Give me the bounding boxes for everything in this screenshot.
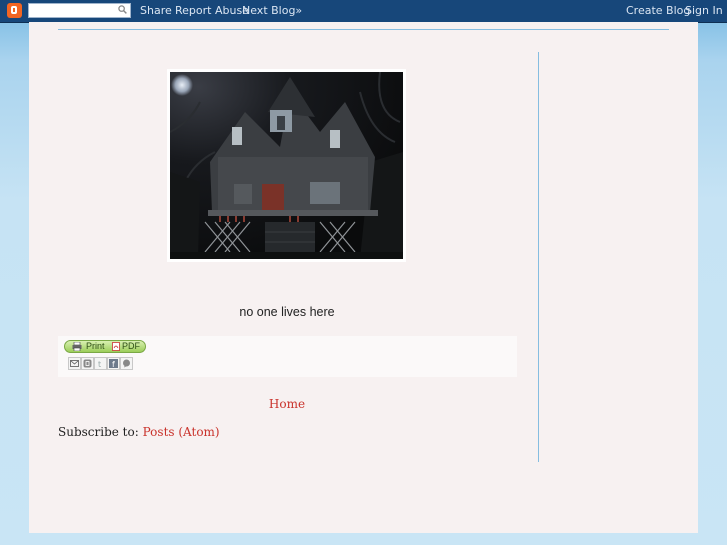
facebook-icon[interactable]: f <box>107 357 120 370</box>
next-blog-link[interactable]: Next Blog» <box>242 4 302 17</box>
posts-atom-link[interactable]: Posts (Atom) <box>143 425 220 439</box>
svg-text:f: f <box>112 360 115 368</box>
report-abuse-link[interactable]: Report Abuse <box>175 4 249 17</box>
sign-in-link[interactable]: Sign In <box>685 4 723 17</box>
blogger-logo-icon[interactable] <box>7 3 22 18</box>
share-icons: t f <box>68 357 133 371</box>
print-label: Print <box>86 341 105 351</box>
share-box: Print PDF t f <box>58 336 517 377</box>
search-input[interactable] <box>29 7 121 21</box>
print-pdf-button[interactable]: Print PDF <box>64 340 146 353</box>
search-icon[interactable] <box>118 5 127 14</box>
post-caption: no one lives here <box>239 305 335 319</box>
post-image-frame <box>167 69 406 262</box>
pdf-label: PDF <box>122 341 140 351</box>
subscribe-prefix: Subscribe to: <box>58 425 143 439</box>
blog-page: no one lives here Print PDF t f Home Sub… <box>29 22 698 533</box>
blogger-navbar: Share Report Abuse Next Blog» Create Blo… <box>0 0 727 22</box>
create-blog-link[interactable]: Create Blog <box>626 4 690 17</box>
search-box <box>28 3 131 21</box>
share-link[interactable]: Share <box>140 4 172 17</box>
haunted-house-image[interactable] <box>170 72 403 259</box>
email-icon[interactable] <box>68 357 81 370</box>
subscribe-line: Subscribe to: Posts (Atom) <box>58 425 220 439</box>
header-divider <box>58 29 669 30</box>
blogthis-icon[interactable] <box>81 357 94 370</box>
home-link[interactable]: Home <box>29 397 545 411</box>
svg-text:t: t <box>98 360 101 368</box>
pdf-icon <box>112 342 120 351</box>
twitter-icon[interactable]: t <box>94 357 107 370</box>
buzz-icon[interactable] <box>120 357 133 370</box>
printer-icon <box>72 342 82 351</box>
